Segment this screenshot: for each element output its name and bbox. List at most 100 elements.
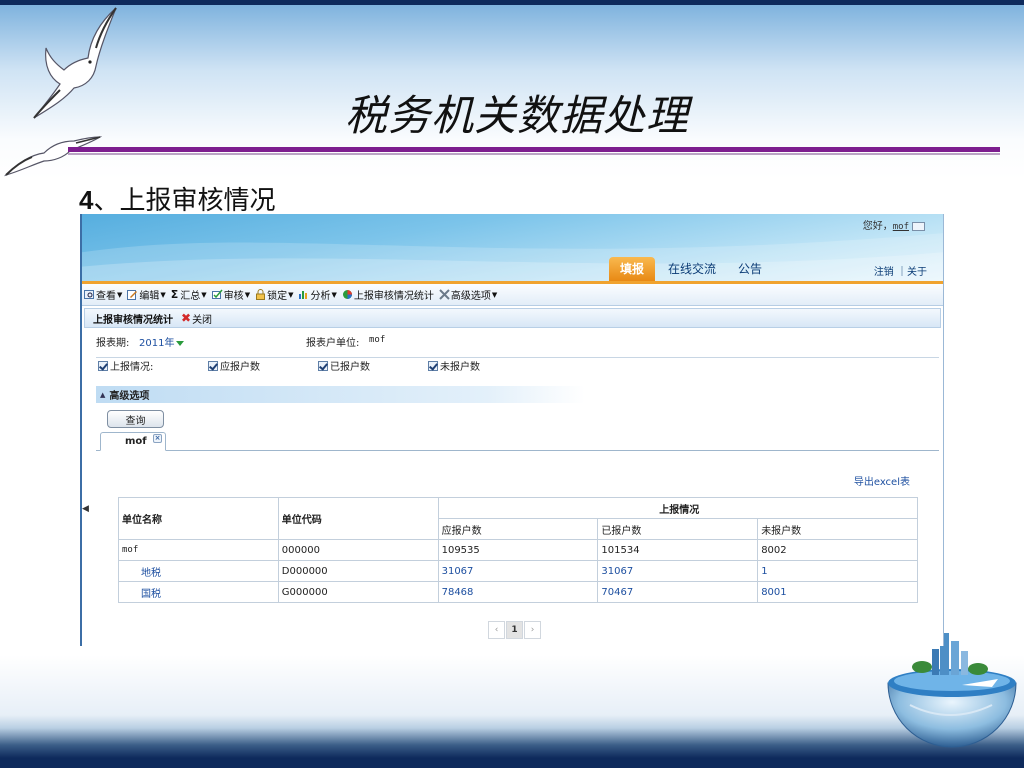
app-window: 您好，mof 填报 在线交流 公告 注销 ｜关于 查看 ▼ 编辑 ▼ Σ 汇总 ▼ 审… xyxy=(80,214,944,646)
tab-close-icon[interactable]: × xyxy=(153,434,162,443)
app-header: 您好，mof 填报 在线交流 公告 注销 ｜关于 xyxy=(82,214,943,284)
table-row: 地税 D000000 31067 31067 1 xyxy=(118,560,918,582)
header-not-reported: 未报户数 xyxy=(757,518,918,540)
result-tab-label: mof xyxy=(125,436,147,447)
current-page-button[interactable]: 1 xyxy=(506,621,523,639)
chart-icon xyxy=(299,291,308,299)
toolbar-view-label: 查看 xyxy=(96,291,116,302)
close-icon: ✖ xyxy=(181,311,192,325)
toolbar-advanced-menu[interactable]: 高级选项 ▼ xyxy=(439,287,497,302)
status-checkbox-row: 上报情况: 应报户数 已报户数 未报户数 xyxy=(82,352,943,374)
panel-title: 上报审核情况统计 xyxy=(93,314,173,326)
cell-should-report: 109535 xyxy=(437,539,599,561)
chevron-down-icon: ▼ xyxy=(244,290,251,299)
dropdown-arrow-icon xyxy=(176,340,185,346)
period-filter-row: 报表期: 2011年 报表户单位: mof xyxy=(82,328,943,350)
toolbar-report-stats[interactable]: 上报审核情况统计 xyxy=(342,287,434,302)
main-nav: 填报 在线交流 公告 xyxy=(609,257,773,281)
cell-reported[interactable]: 31067 xyxy=(597,560,759,582)
export-excel-link[interactable]: 导出excel表 xyxy=(854,473,910,488)
not-reported-checkbox[interactable]: 未报户数 xyxy=(428,358,480,373)
should-report-checkbox[interactable]: 应报户数 xyxy=(208,358,260,373)
toolbar-audit-menu[interactable]: 审核 ▼ xyxy=(211,287,251,302)
header-links: 注销 ｜关于 xyxy=(874,263,927,278)
collapse-arrow-icon: ▲ xyxy=(100,390,106,399)
checkbox-checked-icon xyxy=(98,360,108,371)
advanced-options-label: 高级选项 xyxy=(109,391,150,402)
nav-tab-announcement[interactable]: 公告 xyxy=(727,257,773,281)
cell-unit-name-link[interactable]: 国税 xyxy=(118,581,279,603)
table-row: mof 000000 109535 101534 8002 xyxy=(118,539,918,561)
report-status-label: 上报情况: xyxy=(110,362,154,373)
greeting-text: 您好， xyxy=(862,221,893,232)
header-unit-code: 单位代码 xyxy=(277,497,439,540)
cell-reported[interactable]: 70467 xyxy=(597,581,759,603)
chevron-down-icon: ▼ xyxy=(288,290,294,299)
view-icon xyxy=(84,290,94,299)
cell-unit-name-link[interactable]: 地税 xyxy=(118,560,279,582)
logout-link[interactable]: 注销 xyxy=(874,267,894,278)
audit-icon xyxy=(211,289,223,299)
toolbar-analysis-label: 分析 xyxy=(310,291,331,302)
cell-should-report[interactable]: 31067 xyxy=(437,560,599,582)
toolbar-view-menu[interactable]: 查看 ▼ xyxy=(84,287,122,302)
tools-icon xyxy=(439,289,450,300)
username-link[interactable]: mof xyxy=(893,222,909,232)
nav-tab-online-chat[interactable]: 在线交流 xyxy=(657,257,727,281)
should-report-label: 应报户数 xyxy=(220,362,260,373)
close-button[interactable]: ✖ 关闭 xyxy=(181,311,212,326)
cell-not-reported[interactable]: 8001 xyxy=(757,581,918,603)
lock-icon xyxy=(256,289,266,300)
advanced-options-toggle[interactable]: ▲ 高级选项 xyxy=(96,386,585,403)
section-number: 4 xyxy=(79,185,94,215)
toolbar-lock-label: 锁定 xyxy=(267,291,288,302)
chevron-down-icon: ▼ xyxy=(201,290,207,299)
query-button[interactable]: 查询 xyxy=(107,410,164,428)
report-status-table: 单位名称 单位代码 上报情况 应报户数 已报户数 未报户数 mof 000000… xyxy=(118,497,919,603)
table-row: 国税 G000000 78468 70467 8001 xyxy=(118,581,918,603)
chevron-down-icon: ▼ xyxy=(491,290,498,299)
prev-page-button[interactable]: ‹ xyxy=(488,621,505,639)
result-tab-mof[interactable]: mof × xyxy=(100,432,166,451)
mail-icon[interactable] xyxy=(912,221,925,231)
result-tab-strip xyxy=(96,450,939,451)
not-reported-label: 未报户数 xyxy=(440,362,480,373)
checkbox-checked-icon xyxy=(428,360,438,371)
reported-checkbox[interactable]: 已报户数 xyxy=(318,358,370,373)
chevron-down-icon: ▼ xyxy=(160,290,166,299)
toolbar-sum-label: 汇总 xyxy=(180,291,201,302)
collapse-handle-icon[interactable]: ◀ xyxy=(82,504,89,524)
cell-reported: 101534 xyxy=(597,539,759,561)
toolbar-edit-menu[interactable]: 编辑 ▼ xyxy=(127,287,166,302)
pagination: ‹ 1 › xyxy=(488,621,542,639)
toolbar-report-stats-label: 上报审核情况统计 xyxy=(353,291,434,302)
toolbar-lock-menu[interactable]: 锁定 ▼ xyxy=(255,287,293,302)
checkbox-checked-icon xyxy=(208,360,218,371)
header-reported: 已报户数 xyxy=(597,518,759,540)
cell-not-reported[interactable]: 1 xyxy=(757,560,918,582)
seagull-top-icon xyxy=(33,7,117,119)
reported-label: 已报户数 xyxy=(330,362,370,373)
next-page-button[interactable]: › xyxy=(524,621,541,639)
cell-unit-code: 000000 xyxy=(277,539,439,561)
table-header-row: 单位名称 单位代码 上报情况 xyxy=(118,497,919,540)
about-link[interactable]: ｜关于 xyxy=(897,267,927,278)
close-label: 关闭 xyxy=(192,314,213,326)
edit-icon xyxy=(127,290,138,300)
section-text: 、上报审核情况 xyxy=(93,186,276,216)
title-divider xyxy=(68,145,1000,156)
period-select[interactable]: 2011年 xyxy=(139,334,185,349)
toolbar-audit-label: 审核 xyxy=(223,291,244,302)
nav-tab-fill[interactable]: 填报 xyxy=(609,257,656,281)
header-should-report: 应报户数 xyxy=(437,518,599,540)
toolbar-analysis-menu[interactable]: 分析 ▼ xyxy=(298,287,337,302)
toolbar-sum-menu[interactable]: Σ 汇总 ▼ xyxy=(171,287,207,302)
period-label: 报表期: xyxy=(96,338,130,349)
sum-icon: Σ xyxy=(170,288,179,301)
unit-label: 报表户单位: xyxy=(306,338,360,349)
checkbox-checked-icon xyxy=(318,360,328,371)
cell-should-report[interactable]: 78468 xyxy=(437,581,599,603)
slide-title: 税务机关数据处理 xyxy=(345,91,690,140)
user-greeting: 您好，mof xyxy=(863,217,925,232)
report-status-checkbox[interactable]: 上报情况: xyxy=(98,358,153,373)
